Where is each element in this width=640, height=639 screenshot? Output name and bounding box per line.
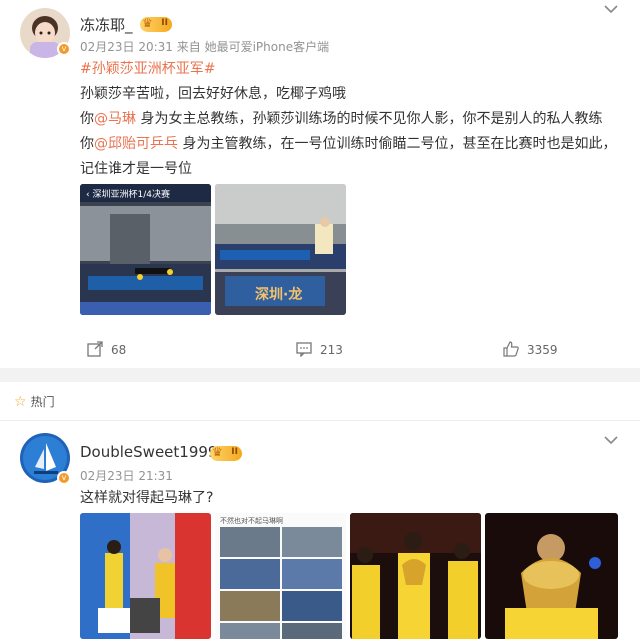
post1-line2: 你@马琳 身为女主总教练，孙颖莎训练场的时候不见你人影，你不是别人的私人教练 bbox=[80, 108, 602, 128]
star-icon: ☆ bbox=[14, 394, 27, 410]
image1-caption: ‹ 深圳亚洲杯1/4决赛 bbox=[86, 190, 170, 200]
post1-meta: 02月23日 20:31 来自 她最可爱iPhone客户端 bbox=[80, 40, 330, 54]
image1-caption-text: 深圳亚洲杯1/4决赛 bbox=[92, 190, 170, 200]
line3-prefix: 你 bbox=[80, 136, 94, 152]
post2-username[interactable]: DoubleSweet1999 bbox=[80, 443, 217, 461]
post1-line3: 你@邱贻可乒乓 身为主管教练，在一号位训练时偷瞄二号位，甚至在比赛时也是如此， bbox=[80, 133, 616, 153]
section-gap bbox=[0, 368, 640, 382]
post2-image-3[interactable] bbox=[350, 513, 481, 639]
post1-line1: 孙颖莎辛苦啦，回去好好休息，吃椰子鸡哦 bbox=[80, 86, 346, 102]
line2-prefix: 你 bbox=[80, 111, 94, 127]
weibo-post-1: v 冻冻耶_ ♛ II 02月23日 20:31 来自 她最可爱iPhone客户… bbox=[0, 0, 640, 368]
vip-level: II bbox=[161, 18, 168, 28]
verified-badge-icon: v bbox=[57, 471, 71, 485]
share-icon bbox=[87, 341, 103, 360]
repost-count: 68 bbox=[111, 343, 127, 357]
vip-level: II bbox=[231, 447, 238, 457]
comment-button[interactable]: 213 bbox=[296, 341, 343, 360]
post1-image-1[interactable]: ‹ 深圳亚洲杯1/4决赛 bbox=[80, 184, 211, 315]
comment-count: 213 bbox=[320, 343, 343, 357]
verified-badge-icon: v bbox=[57, 42, 71, 56]
thumbs-up-icon bbox=[503, 341, 519, 360]
line2-rest: 身为女主总教练，孙颖莎训练场的时候不见你人影，你不是别人的私人教练 bbox=[136, 111, 603, 127]
post2-image-2[interactable]: 不然也对不起马琳啊 bbox=[215, 513, 346, 639]
post1-hashtag[interactable]: #孙颖莎亚洲杯亚军# bbox=[80, 58, 215, 78]
crown-icon: ♛ bbox=[142, 16, 153, 30]
post2-text: 这样就对得起马琳了? bbox=[80, 490, 214, 506]
repost-button[interactable]: 68 bbox=[87, 341, 126, 360]
post2-image-1[interactable] bbox=[80, 513, 211, 639]
line3-rest: 身为主管教练，在一号位训练时偷瞄二号位，甚至在比赛时也是如此， bbox=[178, 136, 617, 152]
crown-icon: ♛ bbox=[212, 445, 223, 459]
like-button[interactable]: 3359 bbox=[503, 341, 558, 360]
like-count: 3359 bbox=[527, 343, 558, 357]
post1-image-2[interactable]: 深圳·龙 bbox=[215, 184, 346, 315]
mention-link[interactable]: @邱贻可乒乓 bbox=[94, 136, 178, 152]
weibo-post-2: v DoubleSweet1999 ♛ II 02月23日 21:31 这样就对… bbox=[0, 421, 640, 639]
image2-caption: 不然也对不起马琳啊 bbox=[220, 517, 283, 525]
image2-banner: 深圳·龙 bbox=[255, 287, 303, 303]
post1-username[interactable]: 冻冻耶_ bbox=[80, 14, 133, 35]
chevron-down-icon[interactable] bbox=[604, 2, 618, 18]
vip-badge: ♛ II bbox=[140, 16, 172, 32]
post2-meta: 02月23日 21:31 bbox=[80, 469, 173, 483]
mention-link[interactable]: @马琳 bbox=[94, 111, 136, 127]
post1-line4: 记住谁才是一号位 bbox=[80, 161, 192, 177]
chevron-down-icon[interactable] bbox=[604, 433, 618, 449]
hot-label: 热门 bbox=[30, 395, 55, 409]
comment-icon bbox=[296, 341, 312, 360]
post2-image-4[interactable] bbox=[485, 513, 618, 639]
hot-section-label: ☆ 热门 bbox=[14, 393, 55, 410]
vip-badge: ♛ II bbox=[210, 445, 242, 461]
